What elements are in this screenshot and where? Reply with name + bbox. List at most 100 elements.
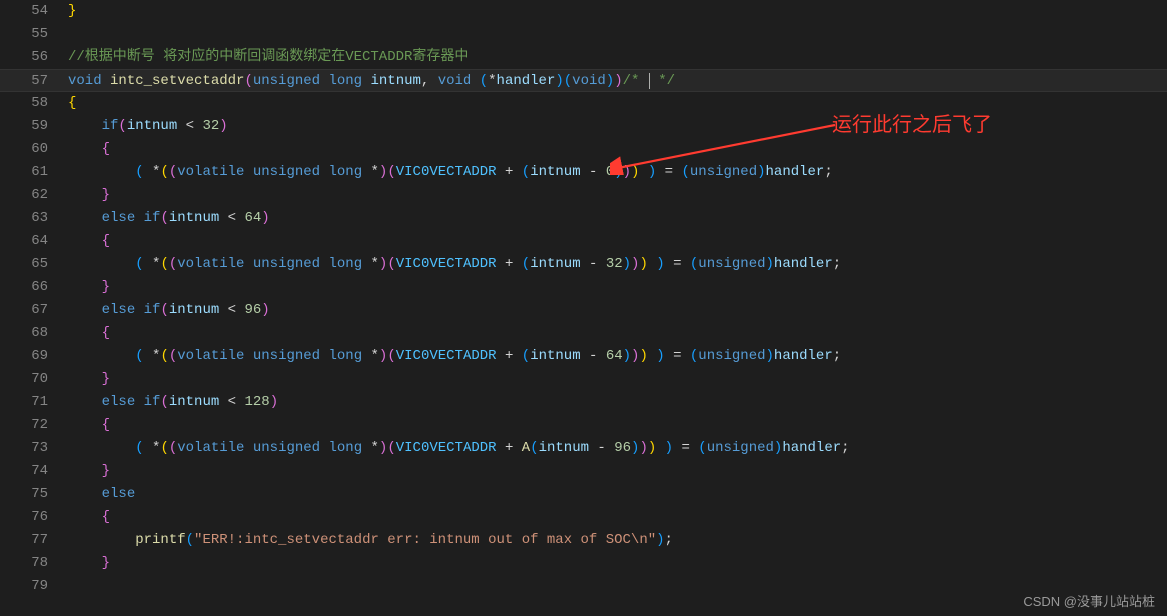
- token: <: [219, 302, 244, 318]
- token: {: [102, 417, 110, 433]
- token: printf: [135, 532, 185, 548]
- token: ): [261, 210, 269, 226]
- code-content[interactable]: ( *((volatile unsigned long *)(VIC0VECTA…: [68, 345, 1167, 368]
- code-line[interactable]: 70 }: [0, 368, 1167, 391]
- code-line[interactable]: 64 {: [0, 230, 1167, 253]
- code-content[interactable]: {: [68, 322, 1167, 345]
- code-line[interactable]: 74 }: [0, 460, 1167, 483]
- token: if: [144, 302, 161, 318]
- code-line[interactable]: 61 ( *((volatile unsigned long *)(VIC0VE…: [0, 161, 1167, 184]
- code-line[interactable]: 73 ( *((volatile unsigned long *)(VIC0VE…: [0, 437, 1167, 460]
- line-number: 78: [0, 552, 68, 575]
- code-line[interactable]: 79: [0, 575, 1167, 598]
- code-line[interactable]: 57void intc_setvectaddr(unsigned long in…: [0, 69, 1167, 92]
- token: (: [135, 348, 143, 364]
- code-content[interactable]: //根据中断号 将对应的中断回调函数绑定在VECTADDR寄存器中: [68, 46, 1167, 69]
- token: *: [362, 164, 379, 180]
- code-line[interactable]: 62 }: [0, 184, 1167, 207]
- token: ): [261, 302, 269, 318]
- token: }: [102, 279, 110, 295]
- code-line[interactable]: 75 else: [0, 483, 1167, 506]
- token: [68, 555, 102, 571]
- code-line[interactable]: 77 printf("ERR!:intc_setvectaddr err: in…: [0, 529, 1167, 552]
- token: volatile: [177, 164, 244, 180]
- token: A: [522, 440, 530, 456]
- annotation-text: 运行此行之后飞了: [832, 108, 992, 137]
- line-number: 57: [0, 70, 68, 91]
- code-content[interactable]: }: [68, 276, 1167, 299]
- token: else: [102, 486, 136, 502]
- code-line[interactable]: 72 {: [0, 414, 1167, 437]
- token: [320, 256, 328, 272]
- token: +: [497, 256, 522, 272]
- code-content[interactable]: else: [68, 483, 1167, 506]
- code-content[interactable]: {: [68, 138, 1167, 161]
- code-line[interactable]: 66 }: [0, 276, 1167, 299]
- token: (: [160, 440, 168, 456]
- code-content[interactable]: }: [68, 184, 1167, 207]
- code-line[interactable]: 60 {: [0, 138, 1167, 161]
- token: else: [102, 302, 136, 318]
- code-content[interactable]: ( *((volatile unsigned long *)(VIC0VECTA…: [68, 253, 1167, 276]
- token: =: [665, 256, 690, 272]
- line-number: 63: [0, 207, 68, 230]
- token: [656, 440, 664, 456]
- code-content[interactable]: }: [68, 368, 1167, 391]
- token: VIC0VECTADDR: [396, 348, 497, 364]
- code-content[interactable]: {: [68, 92, 1167, 115]
- token: *: [144, 440, 161, 456]
- code-line[interactable]: 67 else if(intnum < 96): [0, 299, 1167, 322]
- token: [648, 256, 656, 272]
- token: long: [329, 164, 363, 180]
- token: unsigned: [698, 256, 765, 272]
- code-content[interactable]: else if(intnum < 128): [68, 391, 1167, 414]
- token: -: [581, 164, 606, 180]
- token: [68, 417, 102, 433]
- token: ;: [841, 440, 849, 456]
- code-content[interactable]: [68, 575, 1167, 598]
- code-content[interactable]: ( *((volatile unsigned long *)(VIC0VECTA…: [68, 161, 1167, 184]
- code-line[interactable]: 54}: [0, 0, 1167, 23]
- token: (: [160, 348, 168, 364]
- code-content[interactable]: [68, 23, 1167, 46]
- token: ): [757, 164, 765, 180]
- code-content[interactable]: ( *((volatile unsigned long *)(VIC0VECTA…: [68, 437, 1167, 460]
- token: *: [362, 440, 379, 456]
- token: intnum: [370, 73, 420, 89]
- line-number: 72: [0, 414, 68, 437]
- token: long: [329, 256, 363, 272]
- token: [244, 256, 252, 272]
- token: [68, 233, 102, 249]
- token: (: [160, 394, 168, 410]
- code-content[interactable]: {: [68, 506, 1167, 529]
- token: void: [572, 73, 606, 89]
- code-line[interactable]: 65 ( *((volatile unsigned long *)(VIC0VE…: [0, 253, 1167, 276]
- code-line[interactable]: 76 {: [0, 506, 1167, 529]
- token: [68, 532, 135, 548]
- token: ): [639, 256, 647, 272]
- code-line[interactable]: 55: [0, 23, 1167, 46]
- code-line[interactable]: 71 else if(intnum < 128): [0, 391, 1167, 414]
- token: void: [438, 73, 472, 89]
- code-line[interactable]: 63 else if(intnum < 64): [0, 207, 1167, 230]
- watermark: CSDN @没事儿站站桩: [1023, 591, 1155, 610]
- code-line[interactable]: 69 ( *((volatile unsigned long *)(VIC0VE…: [0, 345, 1167, 368]
- code-content[interactable]: {: [68, 230, 1167, 253]
- token: (: [244, 73, 252, 89]
- code-content[interactable]: }: [68, 0, 1167, 23]
- token: ): [614, 164, 622, 180]
- code-content[interactable]: }: [68, 460, 1167, 483]
- token: [320, 348, 328, 364]
- code-line[interactable]: 78 }: [0, 552, 1167, 575]
- code-line[interactable]: 68 {: [0, 322, 1167, 345]
- code-content[interactable]: printf("ERR!:intc_setvectaddr err: intnu…: [68, 529, 1167, 552]
- code-editor[interactable]: 54}5556//根据中断号 将对应的中断回调函数绑定在VECTADDR寄存器中…: [0, 0, 1167, 616]
- code-content[interactable]: if(intnum < 32): [68, 115, 1167, 138]
- code-line[interactable]: 56//根据中断号 将对应的中断回调函数绑定在VECTADDR寄存器中: [0, 46, 1167, 69]
- code-content[interactable]: else if(intnum < 64): [68, 207, 1167, 230]
- code-content[interactable]: {: [68, 414, 1167, 437]
- code-content[interactable]: }: [68, 552, 1167, 575]
- token: ): [639, 348, 647, 364]
- code-content[interactable]: else if(intnum < 96): [68, 299, 1167, 322]
- code-content[interactable]: void intc_setvectaddr(unsigned long intn…: [68, 70, 1167, 91]
